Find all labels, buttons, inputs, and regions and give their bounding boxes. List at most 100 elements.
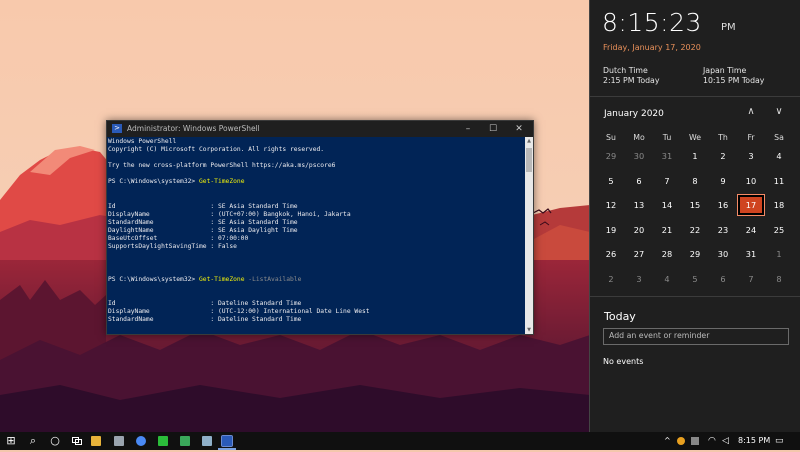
sheets-app-icon[interactable] — [180, 436, 190, 446]
calendar-day[interactable]: 15 — [681, 194, 709, 216]
clock-time: 8:15:23 — [602, 8, 702, 37]
calendar-day[interactable]: 14 — [653, 194, 681, 216]
calendar-day[interactable]: 1 — [765, 243, 793, 265]
emoji-tray-icon[interactable] — [677, 437, 685, 445]
powershell-icon: > — [112, 124, 122, 133]
calendar-day[interactable]: 30 — [625, 145, 653, 167]
calendar-day[interactable]: 5 — [681, 268, 709, 290]
search-icon[interactable]: ⌕ — [22, 432, 44, 450]
calendar-day[interactable]: 11 — [765, 170, 793, 192]
add-event-input[interactable]: Add an event or reminder — [603, 328, 789, 345]
clock-ampm: PM — [721, 22, 736, 33]
powershell-window[interactable]: > Administrator: Windows PowerShell – ☐ … — [106, 120, 534, 335]
task-view-icon[interactable] — [66, 432, 88, 450]
scroll-down-icon[interactable]: ▼ — [525, 327, 533, 333]
calendar-day[interactable]: 4 — [653, 268, 681, 290]
calendar-day[interactable]: 2 — [709, 145, 737, 167]
window-titlebar[interactable]: > Administrator: Windows PowerShell – ☐ … — [107, 121, 533, 137]
console-scrollbar[interactable]: ▲ ▼ — [525, 137, 533, 334]
calendar-day[interactable]: 21 — [653, 219, 681, 241]
weekday-label: Sa — [774, 133, 784, 142]
network-app-icon[interactable] — [114, 436, 124, 446]
calendar-day[interactable]: 6 — [625, 170, 653, 192]
calendar-day[interactable]: 28 — [653, 243, 681, 265]
calendar-day[interactable]: 26 — [597, 243, 625, 265]
calendar-day[interactable]: 27 — [625, 243, 653, 265]
calendar-day[interactable]: 16 — [709, 194, 737, 216]
calendar-day[interactable]: 9 — [709, 170, 737, 192]
calendar-day[interactable]: 25 — [765, 219, 793, 241]
calendar-day[interactable]: 13 — [625, 194, 653, 216]
console-text: StandardName : Dateline Standard Time — [108, 316, 302, 324]
calendar-day[interactable]: 22 — [681, 219, 709, 241]
next-month-icon[interactable]: ∨ — [772, 106, 786, 117]
calendar-day[interactable]: 1 — [681, 145, 709, 167]
scroll-up-icon[interactable]: ▲ — [525, 138, 533, 144]
close-button[interactable]: ✕ — [508, 122, 530, 136]
zone-name: Dutch Time — [603, 66, 648, 75]
calendar-day[interactable]: 8 — [765, 268, 793, 290]
console-line: BaseUtcOffset : 07:00:00 — [108, 235, 525, 243]
console-command: Get-TimeZone — [199, 178, 245, 186]
maximize-button[interactable]: ☐ — [482, 122, 504, 136]
chrome-icon[interactable] — [136, 436, 146, 446]
scrollbar-thumb[interactable] — [526, 148, 532, 172]
powershell-taskbar-icon[interactable] — [221, 435, 233, 447]
calendar-day[interactable]: 12 — [597, 194, 625, 216]
calendar-day[interactable]: 7 — [737, 268, 765, 290]
console-text: DisplayName : (UTC-12:00) International … — [108, 307, 370, 315]
console-output[interactable]: Windows PowerShell Copyright (C) Microsof… — [107, 137, 525, 334]
calendar-day-today[interactable]: 17 — [737, 194, 765, 216]
calendar-day[interactable]: 31 — [653, 145, 681, 167]
clock-calendar-flyout: 8:15:23 PM Friday, January 17, 2020 Dutc… — [589, 0, 800, 432]
calendar-day[interactable]: 29 — [681, 243, 709, 265]
file-explorer-icon[interactable] — [91, 436, 101, 446]
calendar-day[interactable]: 3 — [625, 268, 653, 290]
zone-time: 10:15 PM Today — [703, 76, 765, 85]
calendar-day[interactable]: 18 — [765, 194, 793, 216]
calendar-day[interactable]: 8 — [681, 170, 709, 192]
line-app-icon[interactable] — [158, 436, 168, 446]
console-text: Id : Dateline Standard Time — [108, 299, 302, 307]
calendar-day[interactable]: 29 — [597, 145, 625, 167]
calendar-day[interactable]: 31 — [737, 243, 765, 265]
calendar-day[interactable]: 30 — [709, 243, 737, 265]
console-text: DisplayName : (UTC+07:00) Bangkok, Hanoi… — [108, 210, 351, 218]
calendar-day[interactable]: 3 — [737, 145, 765, 167]
extra-clock-japan: Japan Time 10:15 PM Today — [703, 66, 764, 86]
month-year-label[interactable]: January 2020 — [604, 109, 664, 119]
volume-icon[interactable]: ◁ — [722, 432, 729, 450]
taskbar: ⊞ ⌕ ○ ^ ◠ ◁ 8:15 PM ▭ — [0, 432, 800, 450]
console-text: Id : SE Asia Standard Time — [108, 202, 298, 210]
windows-start-icon[interactable]: ⊞ — [0, 432, 22, 450]
notifications-icon[interactable]: ▭ — [775, 432, 784, 450]
zone-name: Japan Time — [703, 66, 747, 75]
minimize-button[interactable]: – — [457, 122, 479, 136]
calendar-day[interactable]: 23 — [709, 219, 737, 241]
agenda-today-label: Today — [604, 310, 636, 323]
calendar-day[interactable]: 6 — [709, 268, 737, 290]
calendar-day[interactable]: 4 — [765, 145, 793, 167]
wifi-icon[interactable]: ◠ — [708, 432, 716, 450]
cortana-icon[interactable]: ○ — [44, 432, 66, 450]
console-text: DaylightName : SE Asia Daylight Time — [108, 227, 298, 235]
calendar-day[interactable]: 7 — [653, 170, 681, 192]
calendar-day[interactable]: 20 — [625, 219, 653, 241]
calendar-day[interactable]: 24 — [737, 219, 765, 241]
notepad-icon[interactable] — [202, 436, 212, 446]
calendar-day[interactable]: 2 — [597, 268, 625, 290]
calendar-day[interactable]: 19 — [597, 219, 625, 241]
date-link[interactable]: Friday, January 17, 2020 — [603, 43, 701, 52]
weekday-label: Fr — [747, 133, 755, 142]
prev-month-icon[interactable]: ∧ — [744, 106, 758, 117]
calendar-day[interactable]: 5 — [597, 170, 625, 192]
app-tray-icon[interactable] — [691, 437, 699, 445]
console-line: DisplayName : (UTC+07:00) Bangkok, Hanoi… — [108, 211, 525, 219]
tray-overflow-icon[interactable]: ^ — [664, 432, 671, 450]
console-line: DisplayName : (UTC-12:00) International … — [108, 308, 525, 316]
calendar-day[interactable]: 10 — [737, 170, 765, 192]
tray-clock[interactable]: 8:15 PM — [738, 432, 770, 450]
